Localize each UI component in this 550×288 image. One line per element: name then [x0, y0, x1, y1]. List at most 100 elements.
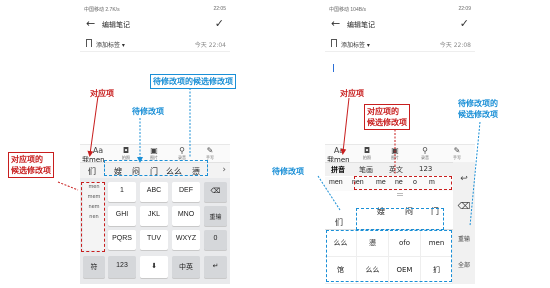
confirm-check-icon[interactable]: ✓: [460, 17, 469, 30]
key-mno[interactable]: MNO: [172, 206, 200, 226]
enter-key[interactable]: ↵: [204, 256, 227, 278]
all-button[interactable]: 全部: [453, 260, 475, 269]
candidate-item[interactable]: 们: [88, 166, 96, 177]
app-bar: ← 编辑笔记 ✓: [325, 14, 475, 34]
side-column-highlight: [81, 182, 105, 252]
lang-switch-key[interactable]: 中英: [172, 256, 200, 278]
label-corresponding-left: 对应项: [90, 89, 114, 98]
toolbar-record-label: 录音: [421, 155, 429, 160]
label-line: 候选修改项: [458, 110, 498, 119]
key-ghi[interactable]: GHI: [108, 206, 136, 226]
toolbar-image-label: 图片: [391, 155, 399, 160]
toolbar-font-button[interactable]: Aa: [329, 146, 349, 155]
backspace-key[interactable]: ⌫: [204, 182, 227, 202]
back-arrow-icon[interactable]: ←: [86, 17, 95, 30]
key-label: GHI: [115, 211, 129, 218]
key-abc[interactable]: ABC: [140, 182, 168, 202]
toolbar-image-button[interactable]: ▣ 图片: [144, 146, 164, 160]
key-label: TUV: [147, 235, 161, 242]
mode-stroke-tab[interactable]: 笔画: [359, 165, 373, 175]
key-tuv[interactable]: TUV: [140, 230, 168, 250]
add-tag-button[interactable]: 添加标签 ▾: [96, 40, 125, 49]
status-carrier: 中国移动 104B/s: [329, 7, 366, 13]
key-label: ABC: [146, 187, 162, 194]
label-line: 候选修改项: [367, 118, 407, 127]
toolbar-record-button[interactable]: ⚲ 录音: [415, 146, 435, 160]
pen-icon: ✎: [206, 146, 214, 155]
retype-button[interactable]: 重输: [453, 234, 475, 243]
candidates-highlight: [104, 160, 208, 176]
symbol-key[interactable]: 符: [83, 256, 105, 278]
key-label: WXYZ: [175, 235, 197, 242]
status-bar: 中国移动 104B/s 22:09: [325, 4, 475, 13]
drag-handle[interactable]: [397, 193, 403, 196]
page-title: 编辑笔记: [102, 21, 130, 29]
toolbar-record-button[interactable]: ⚲ 录音: [172, 146, 192, 160]
label-corresponding-candidates-right: 对应项的 候选修改项: [364, 104, 410, 130]
bookmark-icon: [86, 39, 92, 47]
retype-key[interactable]: 重输: [204, 206, 227, 226]
mode-english-tab[interactable]: 英文: [389, 165, 403, 175]
tag-row: 添加标签 ▾ 今天 22:04: [80, 36, 230, 52]
label-line: 对应项的: [367, 107, 399, 116]
pinyin-options-highlight: [354, 176, 452, 190]
label-line: 待修改项的: [458, 99, 498, 108]
space-icon: ⬇: [151, 263, 157, 270]
space-key[interactable]: ⬇: [140, 256, 168, 278]
key-label: 0: [213, 235, 218, 242]
zero-key[interactable]: 0: [204, 230, 227, 250]
key-1[interactable]: 1: [108, 182, 136, 202]
backspace-icon[interactable]: ⌫: [453, 202, 475, 212]
key-label: 符: [90, 264, 98, 271]
toolbar-camera-button[interactable]: ◘ 拍照: [116, 146, 136, 160]
font-icon: Aa: [333, 146, 345, 155]
add-tag-button[interactable]: 添加标签 ▾: [341, 40, 370, 49]
back-arrow-icon[interactable]: ←: [331, 17, 340, 30]
key-label: DEF: [179, 187, 193, 194]
status-carrier: 中国移动 2.7K/s: [84, 7, 120, 13]
key-wxyz[interactable]: WXYZ: [172, 230, 200, 250]
chevron-right-icon[interactable]: ›: [222, 165, 226, 175]
status-time: 22:09: [458, 6, 471, 12]
toolbar-image-button[interactable]: ▣ 图片: [385, 146, 405, 160]
note-date: 今天 22:04: [194, 42, 226, 49]
key-label: 123: [116, 262, 128, 269]
toolbar-handwrite-button[interactable]: ✎ 手写: [447, 146, 467, 160]
toolbar-handwrite-button[interactable]: ✎ 手写: [200, 146, 220, 160]
toolbar-camera-button[interactable]: ◘ 拍照: [357, 146, 377, 160]
toolbar-handwrite-label: 手写: [453, 155, 461, 160]
toolbar-font-button[interactable]: Aa: [88, 146, 108, 155]
label-to-modify-candidates-left: 待修改项的候选修改项: [150, 74, 236, 89]
camera-icon: ◘: [363, 146, 371, 155]
key-label: MNO: [177, 211, 195, 218]
image-icon: ▣: [391, 146, 399, 155]
mode-number-tab[interactable]: 123: [419, 165, 432, 173]
key-label: 1: [120, 187, 124, 194]
mode-pinyin-tab[interactable]: 拼音: [331, 165, 345, 175]
label-corresponding-right: 对应项: [340, 89, 364, 98]
enter-icon: ↵: [212, 263, 219, 270]
toolbar-camera-label: 拍照: [363, 155, 371, 160]
confirm-check-icon[interactable]: ✓: [215, 17, 224, 30]
top-candidates-highlight: [356, 208, 444, 230]
font-icon: Aa: [92, 146, 104, 155]
status-bar: 中国移动 2.7K/s 22:05: [80, 4, 230, 13]
image-icon: ▣: [150, 146, 158, 155]
note-date: 今天 22:08: [439, 42, 471, 49]
page-title: 编辑笔记: [347, 21, 375, 29]
num-key[interactable]: 123: [108, 256, 136, 278]
status-time: 22:05: [213, 6, 226, 12]
key-label: PQRS: [112, 235, 132, 242]
candidate-item[interactable]: 们: [335, 217, 343, 228]
right-function-column: ↩ ⌫ 重输 全部: [453, 162, 475, 284]
key-def[interactable]: DEF: [172, 182, 200, 202]
key-pqrs[interactable]: PQRS: [108, 230, 136, 250]
label-line: 候选修改项: [11, 166, 51, 175]
pinyin-option[interactable]: men: [329, 179, 343, 186]
return-icon[interactable]: ↩: [453, 174, 475, 184]
label-line: 对应项的: [11, 155, 43, 164]
mic-icon: ⚲: [422, 146, 428, 155]
bookmark-icon: [331, 39, 337, 47]
key-jkl[interactable]: JKL: [140, 206, 168, 226]
key-label: 重输: [209, 215, 222, 221]
